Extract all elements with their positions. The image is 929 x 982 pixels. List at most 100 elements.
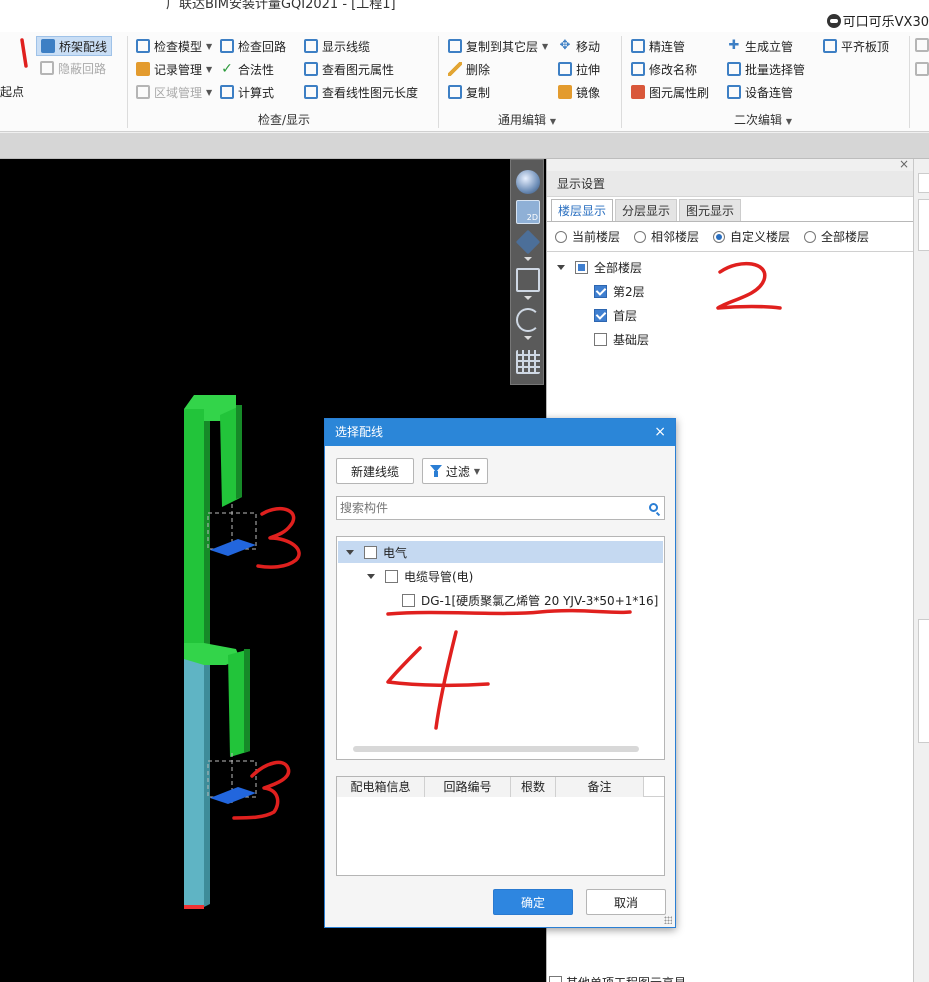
overflow-tool-icon[interactable]	[915, 38, 929, 52]
chevron-down-icon[interactable]	[524, 296, 532, 300]
rename-button[interactable]: 修改名称	[631, 59, 697, 79]
orbit-sphere-icon[interactable]	[516, 170, 540, 194]
tab-layer-display[interactable]: 分层显示	[615, 199, 678, 221]
checkbox-conduit[interactable]	[385, 569, 398, 583]
pipe-lower-riser[interactable]	[184, 654, 204, 907]
move-button[interactable]: ✥ 移动	[558, 36, 600, 56]
panel-top-bar	[547, 159, 913, 171]
hidden-loop-button[interactable]: 隐蔽回路	[40, 58, 106, 78]
device-pipe-icon	[727, 85, 741, 99]
radio-label: 相邻楼层	[651, 230, 700, 244]
search-component-input[interactable]	[336, 496, 665, 520]
chevron-down-icon[interactable]	[524, 257, 532, 261]
flush-top-button[interactable]: 平齐板顶	[823, 36, 889, 56]
batch-select-button[interactable]: 批量选择管	[727, 59, 805, 79]
expand-triangle-icon[interactable]	[367, 573, 375, 579]
dropdown-caret-icon: ▼	[206, 64, 213, 74]
copy-to-floor-button[interactable]: 复制到其它层 ▼	[448, 36, 548, 56]
device-pipe-button[interactable]: 设备连管	[727, 82, 793, 102]
search-icon[interactable]	[649, 503, 658, 512]
column-header[interactable]: 配电箱信息	[337, 777, 425, 797]
horizontal-scrollbar[interactable]	[353, 746, 639, 752]
floor-tree-item[interactable]: 首层	[594, 307, 637, 324]
tree-row-conduit[interactable]: 电缆导管(电)	[367, 565, 473, 587]
group-label-edit-text: 通用编辑	[498, 113, 547, 127]
column-header[interactable]: 回路编号	[425, 777, 511, 797]
column-header[interactable]: 根数	[511, 777, 556, 797]
tab-floor-display[interactable]: 楼层显示	[551, 199, 614, 221]
close-icon[interactable]: ×	[654, 419, 666, 446]
view-attr-button[interactable]: 查看图元属性	[304, 59, 394, 79]
connect-pipe-button[interactable]: 精连管	[631, 36, 685, 56]
filter-button[interactable]: 过滤 ▼	[422, 458, 488, 484]
start-point-button[interactable]: 起点	[0, 81, 24, 101]
pipe-upper-riser[interactable]	[184, 409, 204, 654]
cancel-button[interactable]: 取消	[586, 889, 666, 915]
view-2d-button[interactable]: 2D	[516, 200, 540, 224]
view-length-label: 查看线性图元长度	[322, 85, 419, 100]
column-header[interactable]: 备注	[556, 777, 644, 797]
highlight-other-option[interactable]: 其他单项工程图元亮显	[549, 974, 686, 982]
radio-label: 全部楼层	[821, 230, 870, 244]
tab-element-display[interactable]: 图元显示	[679, 199, 742, 221]
tree-row-dg1[interactable]: DG-1[硬质聚氯乙烯管 20 YJV-3*50+1*16]	[402, 589, 658, 611]
record-manage-button[interactable]: 记录管理 ▼	[136, 59, 212, 79]
new-cable-button[interactable]: 新建线缆	[336, 458, 414, 484]
copy-button[interactable]: 复制	[448, 82, 490, 102]
delete-button[interactable]: 删除	[448, 59, 490, 79]
group-label-secondary[interactable]: 二次编辑 ▼	[734, 111, 792, 128]
radio-adjacent-floor[interactable]: 相邻楼层	[634, 228, 699, 245]
rotate-icon[interactable]	[516, 308, 540, 332]
gen-riser-button[interactable]: ✚ 生成立管	[727, 36, 793, 56]
show-cable-icon	[304, 39, 318, 53]
calculator-button[interactable]: 计算式	[220, 82, 274, 102]
checkbox-highlight-other[interactable]	[549, 976, 562, 982]
floor-tree-item[interactable]: 第2层	[594, 283, 645, 300]
radio-custom-floor[interactable]: 自定义楼层	[713, 228, 790, 245]
expand-triangle-icon[interactable]	[557, 265, 565, 270]
checkbox-floor-2[interactable]	[594, 285, 607, 298]
chevron-down-icon[interactable]	[524, 336, 532, 340]
ok-button[interactable]: 确定	[493, 889, 573, 915]
checkbox-all-floors[interactable]	[575, 261, 588, 274]
bridge-wiring-button[interactable]: 桥架配线	[36, 36, 113, 56]
view-cube-icon[interactable]	[515, 229, 541, 255]
mirror-button[interactable]: 镜像	[558, 82, 600, 102]
floor-tree-root[interactable]: 全部楼层	[557, 259, 642, 276]
group-label-secondary-text: 二次编辑	[734, 113, 783, 127]
checkbox-dg1[interactable]	[402, 593, 415, 607]
grid-icon[interactable]	[516, 350, 540, 374]
pipe-lower-riser-side	[204, 649, 210, 907]
search-input[interactable]	[340, 501, 640, 515]
check-model-button[interactable]: 检查模型 ▼	[136, 36, 212, 56]
overflow-tool-icon[interactable]	[915, 62, 929, 76]
flush-top-icon	[823, 39, 837, 53]
legality-button[interactable]: ✓ 合法性	[220, 59, 274, 79]
radio-all-floor[interactable]: 全部楼层	[804, 228, 869, 245]
tab-strip	[0, 133, 929, 159]
attr-brush-button[interactable]: 图元属性刷	[631, 82, 709, 102]
gen-riser-label: 生成立管	[745, 39, 794, 54]
show-cable-button[interactable]: 显示线缆	[304, 36, 370, 56]
radio-current-floor[interactable]: 当前楼层	[555, 228, 620, 245]
box-view-icon[interactable]	[516, 268, 540, 292]
expand-triangle-icon[interactable]	[346, 549, 354, 555]
view-length-button[interactable]: 查看线性图元长度	[304, 82, 418, 102]
group-label-edit[interactable]: 通用编辑 ▼	[498, 111, 556, 128]
check-loop-button[interactable]: 检查回路	[220, 36, 286, 56]
area-manage-button[interactable]: 区域管理 ▼	[136, 82, 212, 102]
checkbox-first-floor[interactable]	[594, 309, 607, 322]
dialog-title-bar[interactable]: 选择配线 ×	[325, 419, 675, 446]
floor-tree-item[interactable]: 基础层	[594, 331, 649, 348]
tree-label-dg1: DG-1[硬质聚氯乙烯管 20 YJV-3*50+1*16]	[421, 593, 659, 608]
resize-grip-icon[interactable]	[664, 916, 672, 924]
close-icon[interactable]: ×	[899, 157, 909, 171]
checkbox-foundation-floor[interactable]	[594, 333, 607, 346]
legality-label: 合法性	[238, 62, 275, 77]
checkbox-electric[interactable]	[364, 545, 377, 559]
user-account[interactable]: 可口可乐VX30	[826, 11, 929, 30]
batch-select-label: 批量选择管	[745, 62, 806, 77]
tree-row-electric[interactable]: 电气	[338, 541, 663, 563]
stretch-button[interactable]: 拉伸	[558, 59, 600, 79]
side-panel-block	[918, 173, 929, 193]
